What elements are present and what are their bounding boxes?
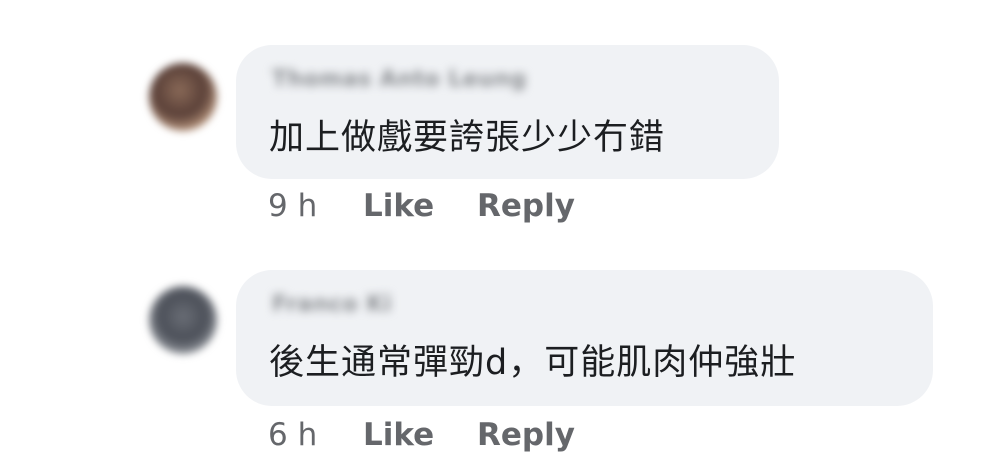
comment-author-name[interactable]: Thomas Anto Leung bbox=[272, 67, 527, 92]
comment-text: 後生通常彈勁d，可能肌肉仲強壯 bbox=[269, 343, 797, 383]
like-button[interactable]: Like bbox=[363, 188, 477, 224]
like-button[interactable]: Like bbox=[363, 417, 477, 453]
comment-author-name[interactable]: Franco Ki bbox=[272, 292, 392, 317]
comment-text: 加上做戲要誇張少少冇錯 bbox=[269, 118, 666, 158]
comment-bubble: Thomas Anto Leung 加上做戲要誇張少少冇錯 bbox=[236, 45, 779, 179]
comment-bubble: Franco Ki 後生通常彈勁d，可能肌肉仲強壯 bbox=[236, 270, 933, 406]
reply-button[interactable]: Reply bbox=[477, 188, 575, 224]
comment-thread: Thomas Anto Leung 加上做戲要誇張少少冇錯 9 h Like R… bbox=[0, 0, 1000, 468]
avatar[interactable] bbox=[149, 63, 217, 131]
reply-button[interactable]: Reply bbox=[477, 417, 575, 453]
comment-timestamp[interactable]: 9 h bbox=[268, 188, 363, 224]
comment-actions: 6 h Like Reply bbox=[268, 415, 575, 455]
comment-timestamp[interactable]: 6 h bbox=[268, 417, 363, 453]
comment-actions: 9 h Like Reply bbox=[268, 186, 575, 226]
avatar[interactable] bbox=[149, 286, 217, 354]
